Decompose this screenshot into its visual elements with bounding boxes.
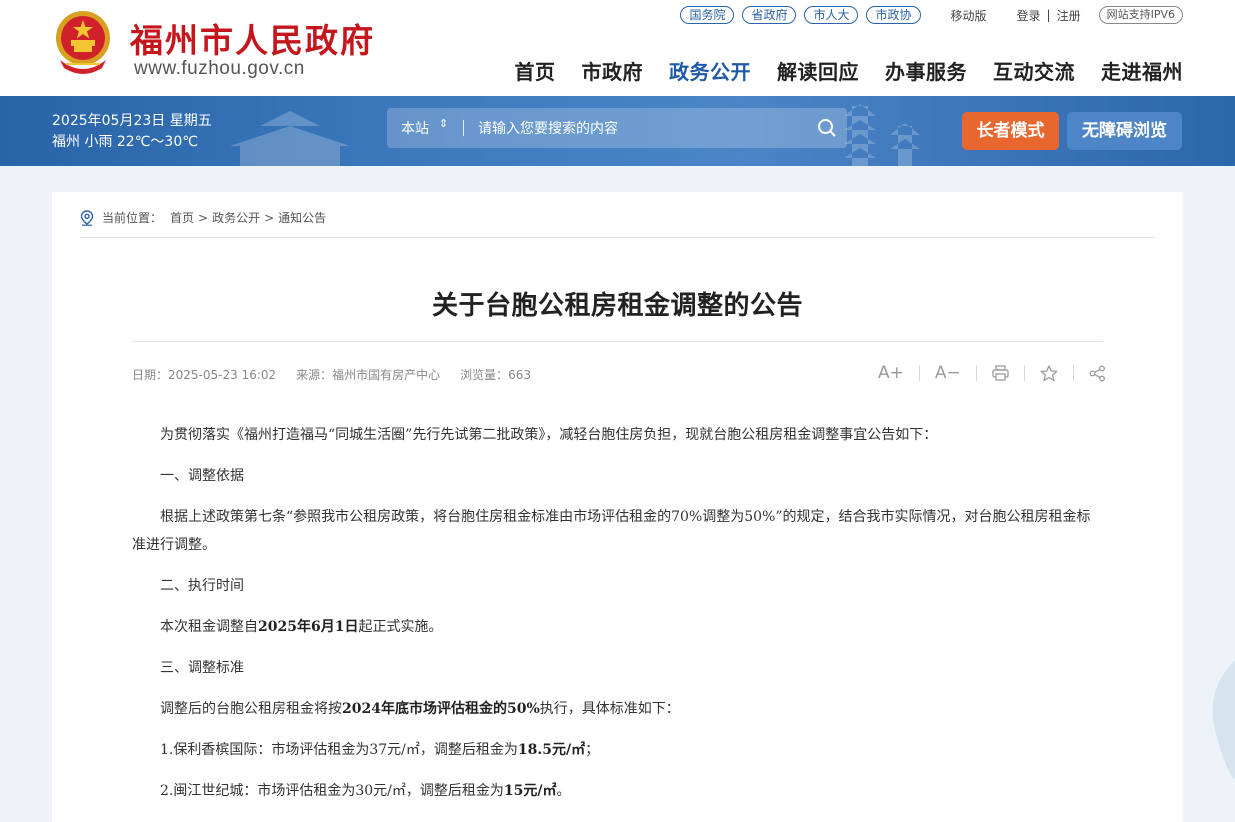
section-heading-time: 二、执行时间 [160, 578, 244, 594]
list-item: 2.闽江世纪城：市场评估租金为30元/㎡，调整后租金为15元/㎡。 [132, 777, 1098, 805]
breadcrumb: 当前位置： 首页 > 政务公开 > 通知公告 [80, 209, 326, 226]
print-button[interactable] [992, 365, 1009, 381]
breadcrumb-separator: > [264, 210, 275, 225]
publish-date: 日期：2025-05-23 16:02 [132, 368, 277, 382]
text-run: 起正式实施。 [358, 619, 443, 635]
article-card: 当前位置： 首页 > 政务公开 > 通知公告 关于台胞公租房租金调整的公告 日期… [52, 192, 1183, 822]
breadcrumb-separator: > [198, 210, 209, 225]
nav-city-government[interactable]: 市政府 [582, 56, 644, 85]
star-icon [1040, 364, 1058, 381]
location-pin-icon [80, 209, 94, 226]
search-button[interactable] [807, 108, 847, 148]
title-divider [132, 341, 1103, 342]
accessible-browse-button[interactable]: 无障碍浏览 [1067, 112, 1182, 150]
search-icon [818, 119, 836, 137]
favorite-button[interactable] [1040, 364, 1058, 382]
breadcrumb-divider [80, 237, 1155, 238]
share-button[interactable] [1089, 365, 1106, 382]
nav-interaction[interactable]: 互动交流 [993, 56, 1075, 85]
text-run: 1.保利香槟国际：市场评估租金为37元/㎡，调整后租金为 [160, 742, 518, 758]
section-heading-standard: 三、调整标准 [160, 660, 244, 676]
date-weather: 2025年05月23日 星期五 福州 小雨 22℃～30℃ [52, 111, 212, 153]
site-url[interactable]: www.fuzhou.gov.cn [134, 58, 305, 80]
link-guowuyuan[interactable]: 国务院 [680, 6, 735, 24]
share-icon [1089, 365, 1105, 381]
view-count: 浏览量：663 [460, 368, 532, 382]
font-larger-button[interactable]: A+ [878, 363, 904, 383]
article-title: 关于台胞公租房租金调整的公告 [431, 291, 803, 321]
text-run: 。 [556, 783, 571, 799]
site-name[interactable]: 福州市人民政府 [130, 14, 375, 62]
article-source: 来源：福州市国有房产中心 [296, 368, 441, 382]
current-date: 2025年05月23日 星期五 [52, 113, 212, 129]
login-link[interactable]: 登录 [1017, 7, 1041, 24]
text-run: ； [585, 742, 600, 758]
effective-date: 2025年6月1日 [258, 619, 359, 635]
list-item: 1.保利香槟国际：市场评估租金为37元/㎡，调整后租金为18.5元/㎡； [132, 736, 1098, 764]
weather-info: 福州 小雨 22℃～30℃ [52, 134, 198, 150]
tower-decoration-icon [890, 123, 920, 166]
article-meta: 日期：2025-05-23 16:02 来源：福州市国有房产中心 浏览量：663 [132, 366, 551, 383]
paragraph-basis: 根据上述政策第七条“参照我市公租房政策，将台胞住房租金标准由市场评估租金的70%… [132, 509, 1091, 553]
text-run: 本次租金调整自 [160, 619, 258, 635]
article-body: 为贯彻落实《福州打造福马“同城生活圈”先行先试第二批政策》，减轻台胞住房负担，现… [132, 421, 1098, 818]
search-banner: 2025年05月23日 星期五 福州 小雨 22℃～30℃ 本站 ⇕ 请输入您要… [0, 96, 1235, 166]
top-links: 国务院 省政府 市人大 市政协 移动版 登录 | 注册 网站支持IPV6 [672, 6, 1183, 24]
national-emblem-icon[interactable] [52, 8, 114, 76]
breadcrumb-notices[interactable]: 通知公告 [278, 209, 326, 226]
search-divider [463, 120, 464, 136]
tool-divider [975, 365, 977, 381]
mobile-version-link[interactable]: 移动版 [951, 7, 987, 24]
link-shengzhengfu[interactable]: 省政府 [742, 6, 797, 24]
nav-interpretation[interactable]: 解读回应 [777, 56, 859, 85]
search-scope-select[interactable]: 本站 ⇕ [387, 117, 463, 138]
tool-divider [1023, 365, 1025, 381]
adjusted-rent: 15元/㎡ [503, 783, 557, 799]
site-header: 福州市人民政府 www.fuzhou.gov.cn 国务院 省政府 市人大 市政… [0, 0, 1235, 96]
breadcrumb-prefix: 当前位置： [102, 211, 163, 225]
updown-arrow-icon: ⇕ [439, 117, 449, 130]
nav-home[interactable]: 首页 [515, 56, 556, 85]
search-input[interactable]: 请输入您要搜索的内容 [478, 118, 807, 138]
rent-basis: 2024年底市场评估租金的50% [342, 701, 540, 717]
search-box: 本站 ⇕ 请输入您要搜索的内容 [387, 108, 847, 148]
elder-mode-button[interactable]: 长者模式 [962, 112, 1059, 150]
text-run: 执行，具体标准如下： [539, 701, 680, 717]
nav-services[interactable]: 办事服务 [885, 56, 967, 85]
ipv6-badge: 网站支持IPV6 [1098, 6, 1183, 24]
search-scope-label: 本站 [401, 121, 429, 137]
link-shizhengxie[interactable]: 市政协 [866, 6, 921, 24]
breadcrumb-home[interactable]: 首页 [170, 209, 194, 226]
main-nav: 首页 市政府 政务公开 解读回应 办事服务 互动交流 走进福州 [489, 56, 1184, 85]
tool-divider [1072, 365, 1074, 381]
background-decoration-icon [1212, 660, 1235, 780]
font-smaller-button[interactable]: A− [935, 363, 961, 383]
paragraph-time: 本次租金调整自2025年6月1日起正式实施。 [132, 613, 1098, 641]
nav-about-fuzhou[interactable]: 走进福州 [1101, 56, 1183, 85]
paragraph-intro: 为贯彻落实《福州打造福马“同城生活圈”先行先试第二批政策》，减轻台胞住房负担，现… [160, 427, 938, 443]
adjusted-rent: 18.5元/㎡ [517, 742, 586, 758]
tool-divider [918, 365, 920, 381]
breadcrumb-government-affairs[interactable]: 政务公开 [212, 209, 260, 226]
text-run: 2.闽江世纪城：市场评估租金为30元/㎡，调整后租金为 [160, 783, 504, 799]
pavilion-decoration-icon [230, 111, 350, 166]
register-link[interactable]: 注册 [1057, 7, 1081, 24]
link-shirenda[interactable]: 市人大 [804, 6, 859, 24]
login-separator: | [1046, 8, 1051, 22]
paragraph-standard: 调整后的台胞公租房租金将按2024年底市场评估租金的50%执行，具体标准如下： [132, 695, 1098, 723]
article-tools: A+ A− [878, 363, 1106, 383]
nav-government-affairs[interactable]: 政务公开 [669, 56, 751, 85]
section-heading-basis: 一、调整依据 [160, 468, 244, 484]
text-run: 调整后的台胞公租房租金将按 [160, 701, 342, 717]
print-icon [992, 365, 1009, 381]
